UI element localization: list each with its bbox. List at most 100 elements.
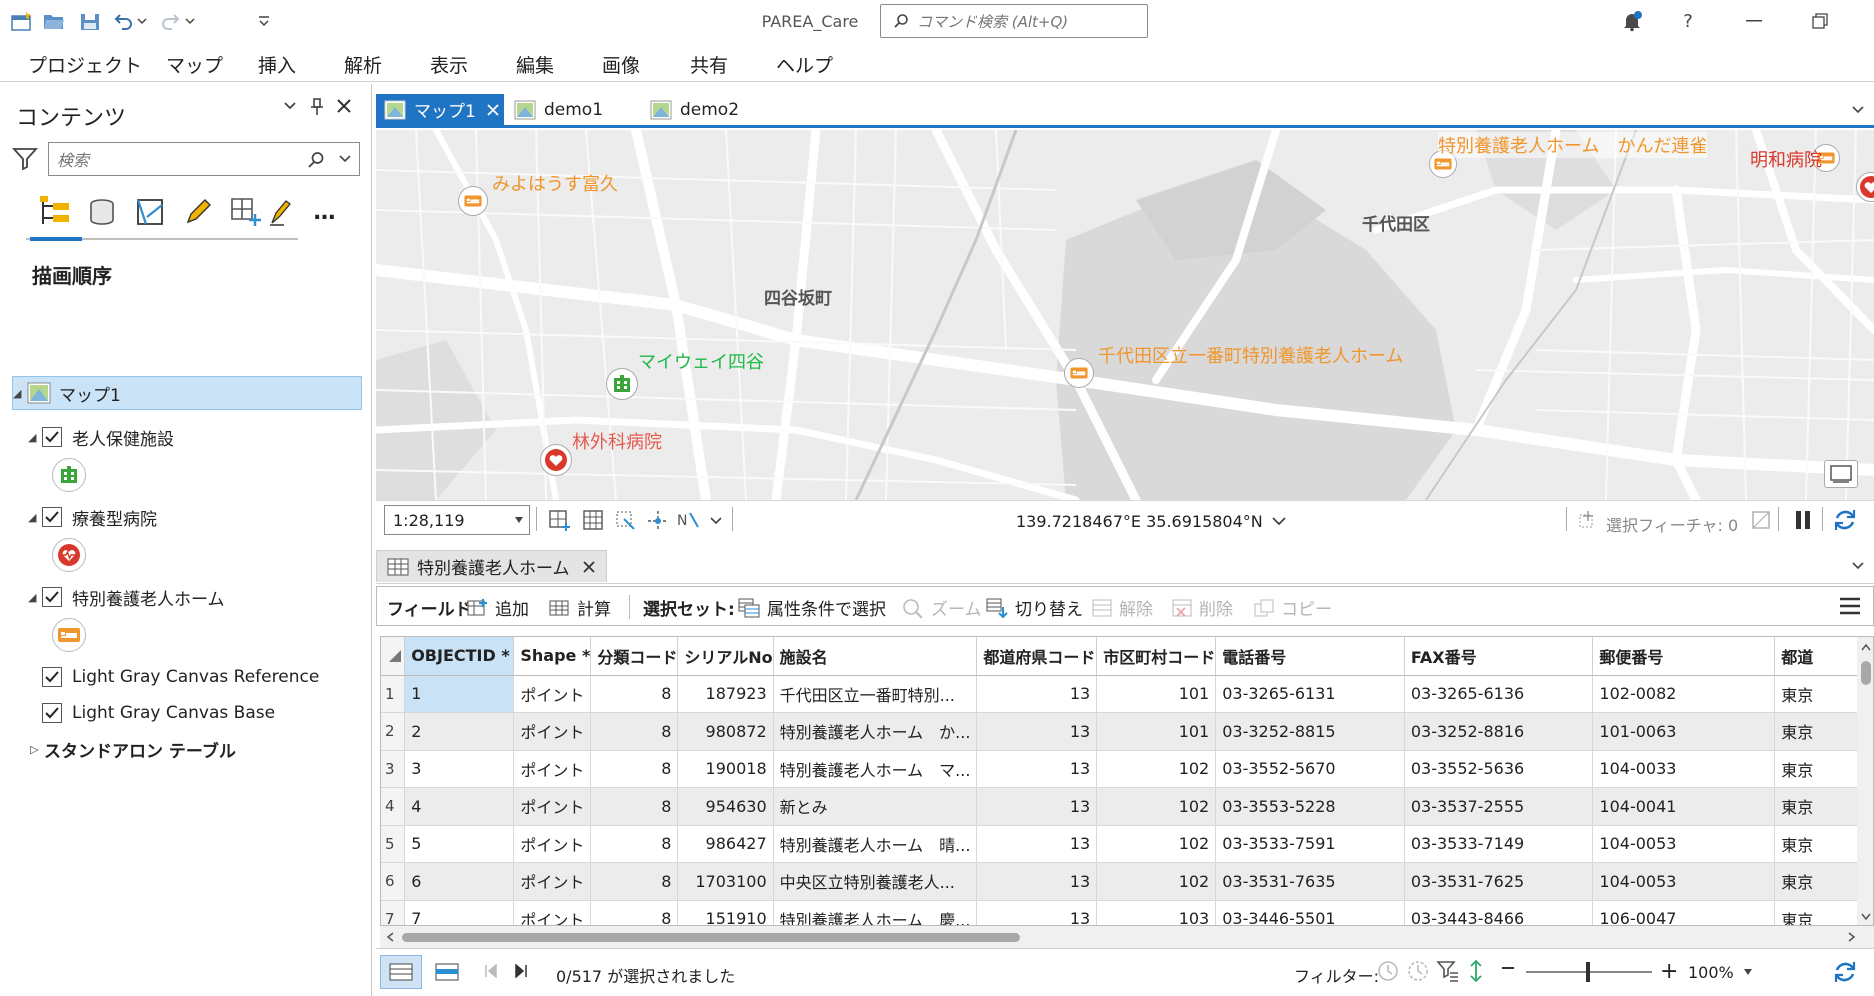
- table-cell[interactable]: 5: [404, 825, 515, 863]
- new-project-icon[interactable]: [8, 8, 36, 34]
- heart-pulse-icon[interactable]: [1856, 172, 1874, 202]
- table-cell[interactable]: 103: [1096, 900, 1217, 925]
- table-cell[interactable]: 03-3252-8815: [1215, 712, 1405, 751]
- menu-imagery[interactable]: 画像: [602, 51, 640, 78]
- scale-selector[interactable]: 1:28,119: [384, 505, 530, 535]
- contents-search[interactable]: [48, 142, 360, 176]
- table-cell[interactable]: 102: [1096, 787, 1217, 826]
- table-cell[interactable]: 101-0063: [1592, 712, 1776, 751]
- fixed-zoom-icon[interactable]: [548, 509, 572, 531]
- table-cell[interactable]: ポイント: [513, 825, 592, 863]
- table-cell[interactable]: 千代田区立一番町特別...: [773, 675, 978, 713]
- select-all-corner[interactable]: [381, 637, 406, 676]
- collapse-triangle-icon[interactable]: ◢: [28, 511, 42, 524]
- table-cell[interactable]: 7: [404, 900, 515, 925]
- attribute-table-grid[interactable]: OBJECTID * Shape * 分類コード シリアルNo 施設名 都道府県…: [380, 636, 1874, 926]
- coordinate-format-chevron-icon[interactable]: [1272, 517, 1286, 525]
- table-cell[interactable]: 102: [1096, 750, 1217, 788]
- scroll-left-arrow-icon[interactable]: [386, 932, 394, 942]
- command-search[interactable]: [880, 4, 1148, 38]
- table-cell[interactable]: 8: [590, 825, 679, 863]
- table-cell[interactable]: 102: [1096, 862, 1217, 901]
- command-search-input[interactable]: [917, 11, 1137, 33]
- table-cell[interactable]: 101: [1096, 712, 1217, 751]
- sort-icon[interactable]: [1466, 959, 1486, 983]
- table-cell[interactable]: 8: [590, 787, 679, 826]
- table-row[interactable]: 5 5 ポイント 8 986427 特別養護老人ホーム 晴... 13 102 03-3533-…: [381, 825, 1873, 863]
- table-cell[interactable]: ポイント: [513, 750, 592, 788]
- column-header[interactable]: OBJECTID *: [404, 637, 515, 676]
- list-by-selection-icon[interactable]: [130, 192, 170, 232]
- map-canvas[interactable]: 特別養護老人ホーム かんだ連雀 明和病院 みよはうす富久 千代田区 四谷坂町 マ…: [376, 130, 1874, 500]
- horizontal-scrollbar[interactable]: [380, 926, 1874, 948]
- row-number[interactable]: 1: [381, 675, 406, 713]
- table-cell[interactable]: 13: [976, 862, 1098, 901]
- table-cell[interactable]: 6: [404, 862, 515, 901]
- layer-visibility-checkbox[interactable]: [42, 667, 62, 687]
- table-cell[interactable]: 13: [976, 900, 1098, 925]
- table-cell[interactable]: 13: [976, 675, 1098, 713]
- layer-visibility-checkbox[interactable]: [42, 427, 62, 447]
- layer-visibility-checkbox[interactable]: [42, 703, 62, 723]
- table-row[interactable]: 7 7 ポイント 8 151910 特別養護老人ホーム 慶... 13 103 03-3446-…: [381, 900, 1873, 925]
- table-cell[interactable]: 03-3443-8466: [1404, 900, 1594, 925]
- table-cell[interactable]: 03-3553-5228: [1215, 787, 1405, 826]
- bed-icon[interactable]: [1064, 358, 1094, 388]
- column-header[interactable]: 都道府県コード: [976, 637, 1098, 676]
- table-cell[interactable]: 2: [404, 712, 515, 751]
- list-by-labeling-icon[interactable]: [268, 192, 292, 232]
- table-cell[interactable]: 8: [590, 712, 679, 751]
- tree-item-layer-ryoyo[interactable]: ◢ 療養型病院: [28, 500, 157, 534]
- menu-analysis[interactable]: 解析: [344, 51, 382, 78]
- show-selected-records-button[interactable]: [426, 955, 468, 989]
- pin-icon[interactable]: [310, 98, 324, 116]
- table-cell[interactable]: 187923: [677, 675, 774, 713]
- column-header[interactable]: 郵便番号: [1592, 637, 1776, 676]
- table-cell[interactable]: 1703100: [677, 862, 774, 901]
- map-overview-icon[interactable]: [1824, 460, 1858, 488]
- customize-toolbar-icon[interactable]: [250, 8, 278, 34]
- tabs-overflow-chevron-icon[interactable]: [1852, 562, 1864, 570]
- collapse-triangle-icon[interactable]: ◢: [13, 387, 27, 400]
- list-by-data-source-icon[interactable]: [82, 192, 122, 232]
- table-cell[interactable]: ポイント: [513, 862, 592, 901]
- row-number[interactable]: 5: [381, 825, 406, 863]
- tabs-overflow-chevron-icon[interactable]: [1852, 106, 1864, 114]
- constraint-icon[interactable]: [646, 509, 670, 531]
- notification-bell-icon[interactable]: [1612, 6, 1652, 36]
- table-cell[interactable]: 03-3252-8816: [1404, 712, 1594, 751]
- north-arrow-icon[interactable]: N: [676, 509, 702, 531]
- last-record-icon[interactable]: [514, 964, 528, 978]
- tree-item-basemap-reference[interactable]: Light Gray Canvas Reference: [42, 660, 319, 694]
- switch-selection-button[interactable]: 切り替え: [985, 595, 1083, 620]
- scroll-up-arrow-icon[interactable]: [1861, 643, 1871, 651]
- refresh-table-icon[interactable]: [1832, 959, 1858, 985]
- table-cell[interactable]: 4: [404, 787, 515, 826]
- table-menu-icon[interactable]: [1839, 597, 1861, 615]
- tab-demo1[interactable]: demo1: [514, 94, 603, 125]
- table-cell[interactable]: ポイント: [513, 900, 592, 925]
- menu-insert[interactable]: 挿入: [258, 51, 296, 78]
- building-icon[interactable]: [606, 368, 638, 400]
- table-cell[interactable]: 954630: [677, 787, 774, 826]
- list-by-editing-icon[interactable]: [178, 192, 218, 232]
- contents-search-input[interactable]: [57, 149, 297, 171]
- tree-item-standalone-tables[interactable]: ▷ スタンドアロン テーブル: [30, 732, 236, 766]
- table-cell[interactable]: 13: [976, 787, 1098, 826]
- table-row[interactable]: 6 6 ポイント 8 1703100 中央区立特別養護老人... 13 102 03-3531-…: [381, 862, 1873, 901]
- zoom-slider-thumb[interactable]: [1586, 962, 1590, 982]
- collapse-triangle-icon[interactable]: ◢: [28, 431, 42, 444]
- table-cell[interactable]: 03-3265-6136: [1404, 675, 1594, 713]
- table-cell[interactable]: ポイント: [513, 712, 592, 751]
- bed-icon[interactable]: [458, 186, 488, 216]
- add-field-button[interactable]: 追加: [467, 595, 529, 620]
- column-header[interactable]: 施設名: [773, 637, 978, 676]
- row-number[interactable]: 4: [381, 787, 406, 826]
- table-cell[interactable]: 03-3531-7625: [1404, 862, 1594, 901]
- table-cell[interactable]: 03-3531-7635: [1215, 862, 1405, 901]
- column-header[interactable]: 分類コード: [590, 637, 679, 676]
- table-cell[interactable]: 13: [976, 825, 1098, 863]
- table-cell[interactable]: 986427: [677, 825, 774, 863]
- table-cell[interactable]: 104-0033: [1592, 750, 1776, 788]
- first-record-icon[interactable]: [484, 964, 498, 978]
